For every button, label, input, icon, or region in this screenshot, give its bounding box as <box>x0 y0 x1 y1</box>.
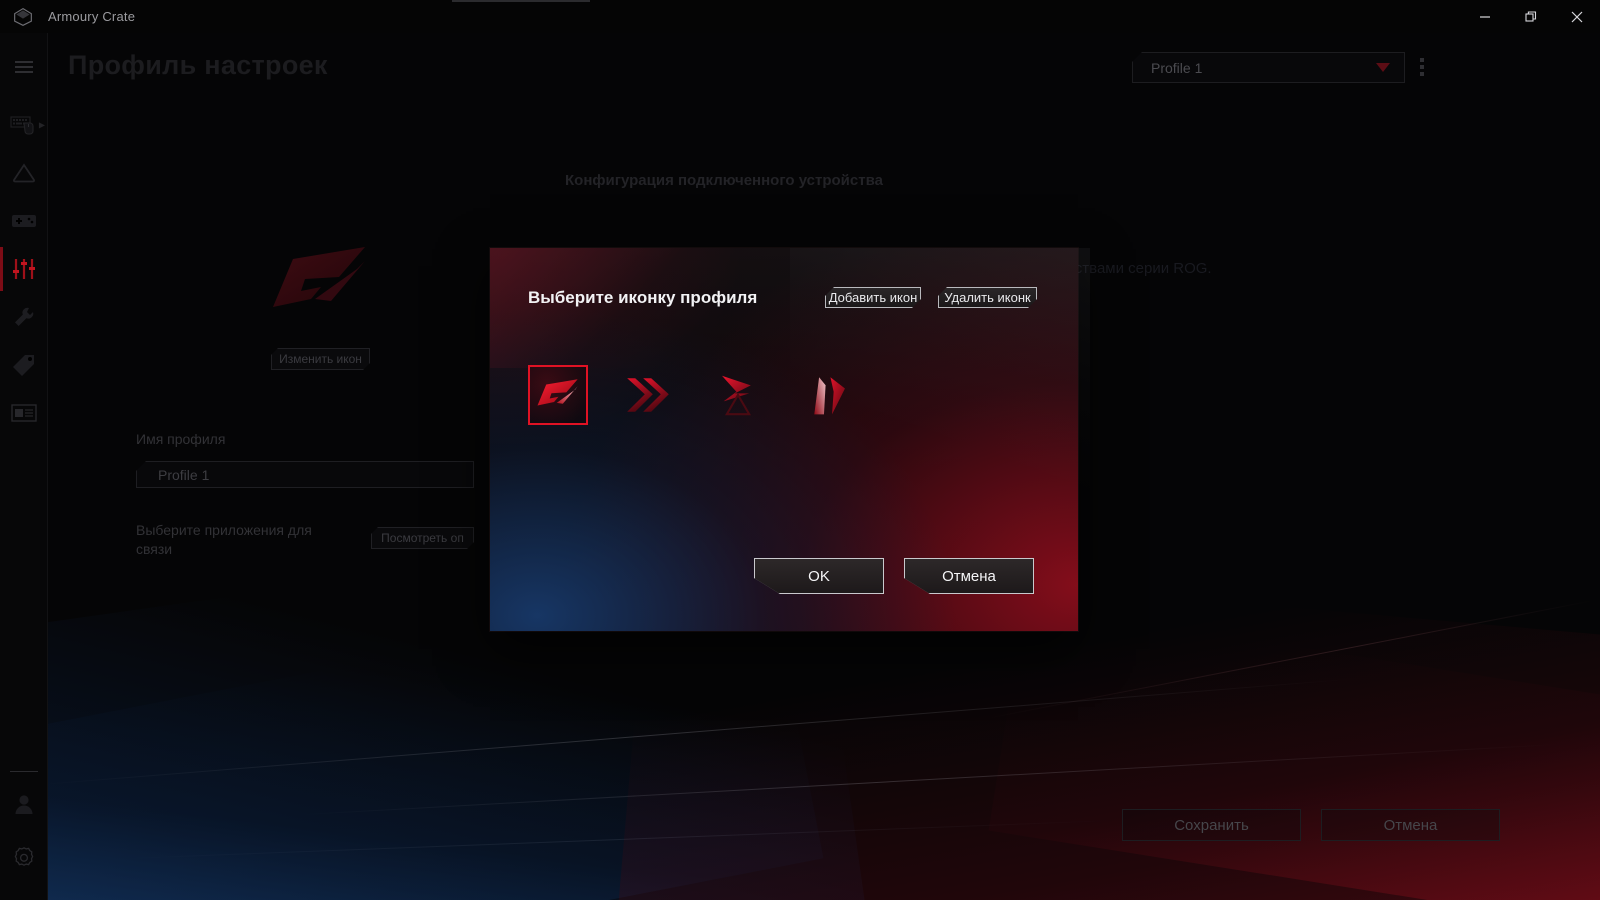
sidebar-item-settings[interactable] <box>0 834 48 882</box>
sidebar-item-user-account[interactable] <box>0 780 48 828</box>
profile-name-value: Profile 1 <box>158 466 210 483</box>
chevron-down-icon <box>1376 63 1390 72</box>
aura-triangle-icon <box>13 163 35 183</box>
minimize-icon[interactable] <box>1462 0 1508 33</box>
dialog-cancel-button[interactable]: Отмена <box>904 558 1034 594</box>
more-options-icon[interactable] <box>1412 56 1432 78</box>
delete-icon-button[interactable]: Удалить иконк <box>938 287 1037 308</box>
sidebar-item-tools[interactable] <box>0 293 48 341</box>
sidebar-item-aura-sync[interactable] <box>0 149 48 197</box>
select-apps-label: Выберите приложения для связи <box>136 522 312 557</box>
gamepad-icon <box>12 215 36 227</box>
profile-icon-option-double-chevron[interactable] <box>618 365 678 425</box>
sidebar-item-devices[interactable]: ▶ <box>0 101 48 149</box>
window-titlebar: Armoury Crate <box>0 0 1600 33</box>
chevron-right-icon: ▶ <box>38 120 45 130</box>
rog-flag-icon <box>814 377 845 415</box>
view-apps-button[interactable]: Посмотреть оп <box>371 527 474 549</box>
dialog-title: Выберите иконку профиля <box>528 288 758 307</box>
hamburger-icon[interactable] <box>0 43 48 91</box>
add-icon-button[interactable]: Добавить икон <box>825 287 921 308</box>
sidebar-divider <box>10 771 38 772</box>
page-title: Профиль настроек <box>68 50 328 80</box>
profile-icon-option-rog-eye[interactable] <box>528 365 588 425</box>
restore-icon[interactable] <box>1508 0 1554 33</box>
sliders-icon <box>13 259 35 279</box>
armoury-crate-window: Armoury Crate ▶ Профиль настроек Profile… <box>0 0 1600 900</box>
sidebar-bottom-group <box>0 771 48 882</box>
profile-icon-option-rog-arrow[interactable] <box>708 365 768 425</box>
connected-device-config-heading: Конфигурация подключенного устройства <box>565 172 883 189</box>
keyboard-mouse-icon <box>10 116 34 135</box>
save-button[interactable]: Сохранить <box>1122 809 1301 841</box>
profile-name-input[interactable]: Profile 1 <box>136 461 474 488</box>
profile-icon-option-rog-flag[interactable] <box>798 365 858 425</box>
sidebar-item-game-profiles[interactable] <box>0 197 48 245</box>
profile-rog-eye-logo <box>265 243 375 323</box>
profile-selector[interactable]: Profile 1 <box>1132 52 1405 83</box>
rog-eye-icon <box>537 379 578 406</box>
footer-cancel-button[interactable]: Отмена <box>1321 809 1500 841</box>
double-chevron-icon <box>627 378 669 412</box>
wrench-icon <box>15 307 34 326</box>
armoury-crate-logo-icon <box>12 6 34 28</box>
close-icon[interactable] <box>1554 0 1600 33</box>
user-icon <box>15 795 33 814</box>
tag-icon <box>13 355 34 376</box>
gear-icon <box>14 847 34 866</box>
dialog-ok-button[interactable]: OK <box>754 558 884 594</box>
sidebar: ▶ <box>0 33 48 900</box>
rog-arrow-icon <box>722 375 752 416</box>
profile-name-label: Имя профиля <box>136 431 226 447</box>
profile-selector-value: Profile 1 <box>1151 59 1203 76</box>
sidebar-item-news[interactable] <box>0 389 48 437</box>
news-window-icon <box>11 404 37 422</box>
profile-icon-grid <box>528 365 858 425</box>
app-title: Armoury Crate <box>48 9 136 24</box>
select-profile-icon-dialog: Выберите иконку профиля Добавить икон Уд… <box>490 248 1090 631</box>
change-icon-button[interactable]: Изменить икон <box>271 348 370 370</box>
sidebar-item-scenario-profiles[interactable] <box>0 245 48 293</box>
sidebar-item-featured[interactable] <box>0 341 48 389</box>
